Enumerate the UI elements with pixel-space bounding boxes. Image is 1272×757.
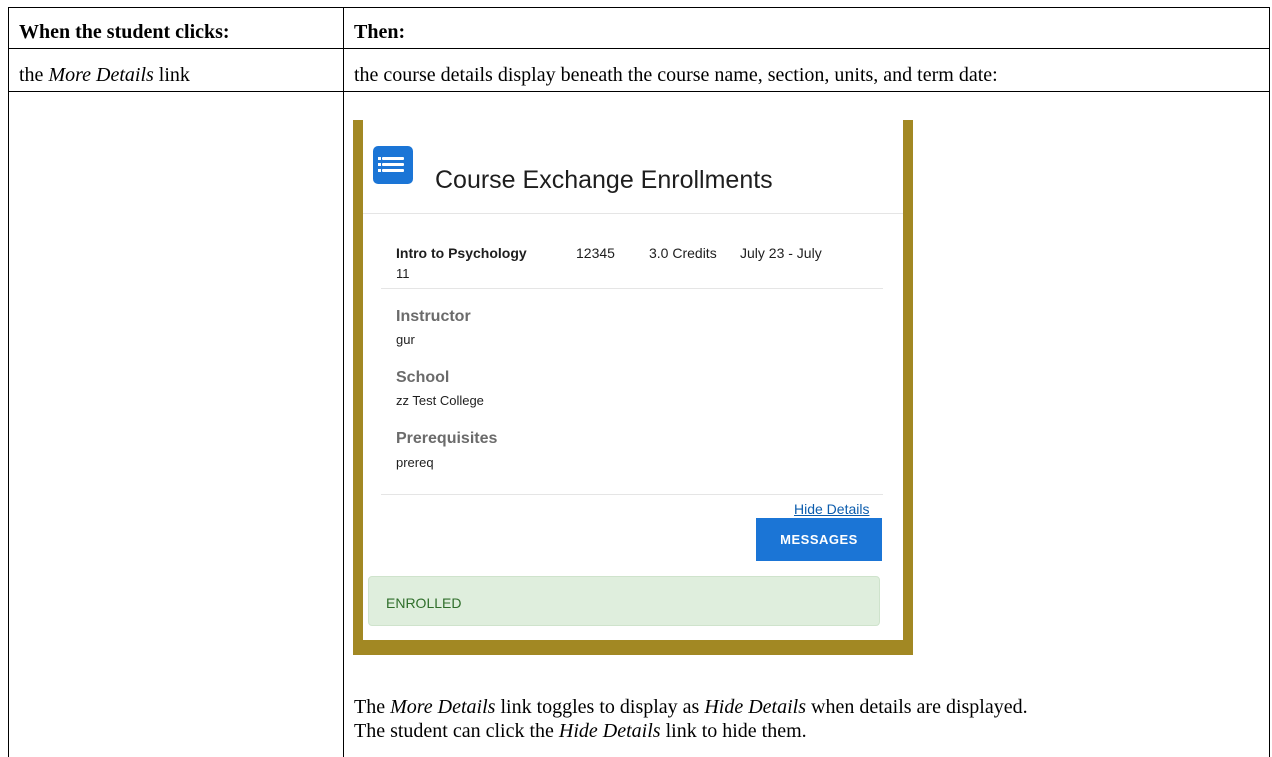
toggle-p1-mid: link toggles to display as (495, 696, 705, 718)
course-units: 3.0 Credits (649, 245, 717, 261)
prerequisites-label: Prerequisites (396, 430, 498, 447)
enrollments-screenshot: Course Exchange Enrollments Intro to Psy… (353, 120, 913, 655)
enrollment-status: ENROLLED (386, 595, 462, 611)
click-action-cell: the More Details link (19, 63, 190, 87)
toggle-p1-more-details: More Details (390, 696, 496, 718)
messages-button[interactable]: MESSAGES (756, 518, 882, 561)
instructor-label: Instructor (396, 308, 471, 325)
table-column-divider (343, 7, 344, 757)
course-name: Intro to Psychology (396, 245, 527, 261)
school-value: zz Test College (396, 393, 484, 408)
toggle-p1-prefix: The (354, 696, 391, 718)
card-title: Course Exchange Enrollments (435, 166, 773, 194)
course-term: July 23 - July (740, 245, 822, 261)
details-divider (381, 494, 883, 495)
prerequisites-value: prereq (396, 455, 434, 470)
enrollments-card: Course Exchange Enrollments Intro to Psy… (363, 120, 903, 640)
more-details-term: More Details (48, 64, 154, 86)
toggle-paragraph-line1: The More Details link toggles to display… (354, 695, 1028, 719)
click-suffix: link (153, 64, 190, 86)
table-border-right (1269, 7, 1270, 757)
table-row-divider (8, 91, 1270, 92)
toggle-p2-suffix: link to hide them. (660, 720, 807, 742)
course-divider (381, 288, 883, 289)
toggle-p2-prefix: The student can click the (354, 720, 559, 742)
toggle-paragraph-line2: The student can click the Hide Details l… (354, 719, 807, 743)
table-border-left (8, 7, 9, 757)
header-then: Then: (354, 21, 406, 43)
click-prefix: the (19, 64, 49, 86)
title-divider (363, 213, 903, 214)
course-section: 12345 (576, 245, 615, 261)
course-term-continued: 11 (396, 266, 410, 281)
header-when-student-clicks: When the student clicks: (19, 21, 230, 43)
school-label: School (396, 369, 450, 386)
table-border-top (8, 7, 1270, 8)
result-intro-text: the course details display beneath the c… (354, 64, 998, 86)
enrollment-status-bar: ENROLLED (368, 576, 880, 626)
table-header-divider (8, 48, 1270, 49)
toggle-p1-suffix: when details are displayed. (806, 696, 1028, 718)
toggle-p1-hide-details: Hide Details (704, 696, 806, 718)
hide-details-link[interactable]: Hide Details (794, 501, 869, 517)
list-icon (373, 146, 413, 184)
toggle-p2-hide-details: Hide Details (558, 720, 661, 742)
instructor-value: gur (396, 332, 415, 347)
